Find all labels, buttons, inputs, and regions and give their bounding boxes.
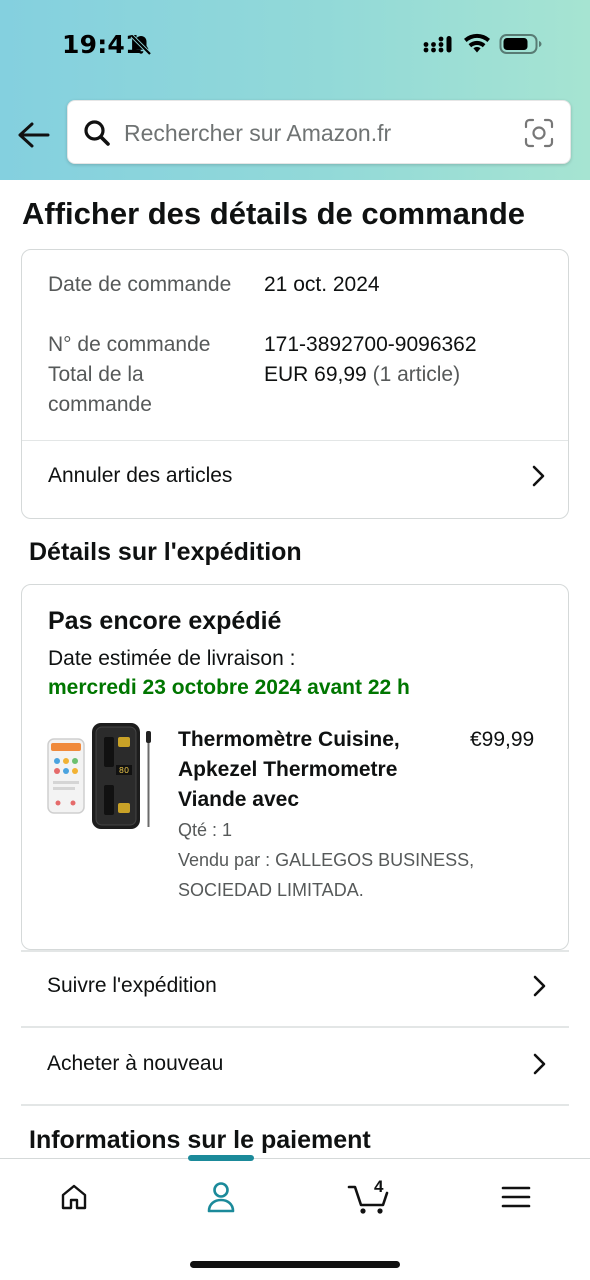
cellular-signal-icon [423,36,452,53]
order-date-value: 21 oct. 2024 [264,273,380,296]
divider [21,1104,569,1106]
back-arrow-icon [18,122,50,148]
product-seller: Vendu par : GALLEGOS BUSINESS, SOCIEDAD … [178,850,475,900]
shipping-section-title: Détails sur l'expédition [29,538,302,566]
cancel-items-link[interactable]: Annuler des articles [48,456,548,496]
shipment-status: Pas encore expédié [48,607,282,635]
tab-home[interactable] [44,1175,104,1219]
bell-muted-icon [130,34,152,56]
camera-scan-icon[interactable] [523,117,555,149]
search-input[interactable] [124,113,504,153]
bottom-tab-bar: 4 [0,1155,590,1280]
divider [21,1026,569,1028]
product-image[interactable]: 80 [46,721,156,835]
order-number-label: N° de commande [48,333,211,356]
home-indicator[interactable] [190,1261,400,1268]
svg-text:80: 80 [119,766,129,775]
search-icon [84,120,110,146]
hamburger-menu-icon [501,1186,531,1208]
status-bar: 19:41 [0,0,590,90]
tab-profile[interactable] [191,1175,251,1219]
page-title: Afficher des détails de commande [22,196,526,231]
estimated-delivery-date: mercredi 23 octobre 2024 avant 22 h [48,676,410,699]
app-header: 19:41 [0,0,590,180]
cart-count-badge: 4 [374,1177,384,1196]
order-summary-card: Date de commande 21 oct. 2024 N° de comm… [21,249,569,519]
order-number-value: 171-3892700-9096362 [264,333,477,356]
cart-icon [347,1185,389,1214]
cancel-items-label: Annuler des articles [48,464,233,487]
product-price: €99,99 [470,728,535,751]
cart-wrapper: 4 [347,1177,393,1215]
wifi-icon [464,33,490,53]
chevron-right-icon [533,975,546,997]
buy-again-link[interactable]: Acheter à nouveau [47,1044,549,1084]
order-total-value: EUR 69,99 (1 article) [264,360,460,390]
track-shipment-label: Suivre l'expédition [47,974,217,997]
buy-again-label: Acheter à nouveau [47,1052,224,1075]
divider [21,950,569,952]
shipment-card: Pas encore expédié Date estimée de livra… [21,584,569,950]
order-total-label: Total de la commande [48,363,152,416]
card-divider [22,440,568,441]
order-date-label: Date de commande [48,273,232,296]
profile-icon [207,1182,235,1213]
tab-cart[interactable]: 4 [340,1175,400,1219]
tab-menu[interactable] [486,1175,546,1219]
search-bar[interactable] [67,100,571,164]
track-shipment-link[interactable]: Suivre l'expédition [47,966,549,1006]
back-button[interactable] [14,116,52,154]
chevron-right-icon [533,1053,546,1075]
product-title[interactable]: Thermomètre Cuisine, Apkezel Thermometre… [178,725,438,815]
active-tab-indicator [188,1155,254,1161]
order-total-amount: EUR 69,99 [264,363,367,386]
payment-section-title: Informations sur le paiement [29,1126,371,1154]
home-icon [61,1184,87,1210]
battery-icon [499,34,542,54]
order-item-count: (1 article) [372,363,461,386]
estimated-delivery-label: Date estimée de livraison : [48,647,296,670]
product-quantity: Qté : 1 [178,820,233,840]
chevron-right-icon [532,465,545,487]
